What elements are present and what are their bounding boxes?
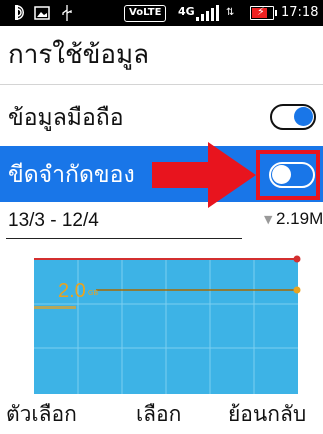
- screenshot-icon: [34, 4, 50, 22]
- dropdown-arrow-icon[interactable]: ▼: [264, 213, 272, 226]
- toggle-knob: [294, 107, 313, 126]
- back-button[interactable]: ย้อนกลับ: [228, 396, 306, 434]
- usage-chart[interactable]: 2.0 GB: [0, 244, 323, 394]
- volte-badge: VoLTE: [124, 5, 167, 22]
- battery-icon: ⚡: [250, 5, 277, 20]
- warning-caption-line: [34, 306, 76, 309]
- mobile-data-row[interactable]: ข้อมูลมือถือ: [0, 92, 323, 142]
- mobile-data-label: ข้อมูลมือถือ: [8, 104, 124, 130]
- clock: 17:18: [281, 5, 319, 20]
- usb-icon: [60, 4, 74, 22]
- options-button[interactable]: ตัวเลือก: [6, 396, 77, 434]
- network-type: 4G: [178, 5, 195, 18]
- warning-unit-label: GB: [88, 290, 98, 297]
- date-range-underline: [6, 238, 242, 239]
- voice-call-icon: [8, 4, 28, 22]
- warning-line-handle[interactable]: [293, 286, 301, 294]
- warning-value-label: 2.0: [58, 280, 86, 302]
- date-range-selector[interactable]: 13/3 - 12/4: [8, 210, 99, 232]
- data-usage-total: 2.19MB: [276, 209, 323, 228]
- status-bar: VoLTE 4G ⇅ ⚡ 17:18: [0, 0, 323, 26]
- mobile-data-toggle[interactable]: [270, 104, 316, 130]
- annotation-arrow-icon: [152, 142, 256, 208]
- limit-line-handle[interactable]: [293, 255, 301, 263]
- bottom-nav: ตัวเลือก เลือก ย้อนกลับ: [0, 396, 323, 434]
- select-button[interactable]: เลือก: [136, 396, 181, 434]
- annotation-highlight-box: [256, 150, 320, 200]
- data-activity-icon: ⇅: [226, 7, 235, 18]
- page-title: การใช้ข้อมูล: [8, 39, 150, 69]
- divider: [0, 84, 323, 85]
